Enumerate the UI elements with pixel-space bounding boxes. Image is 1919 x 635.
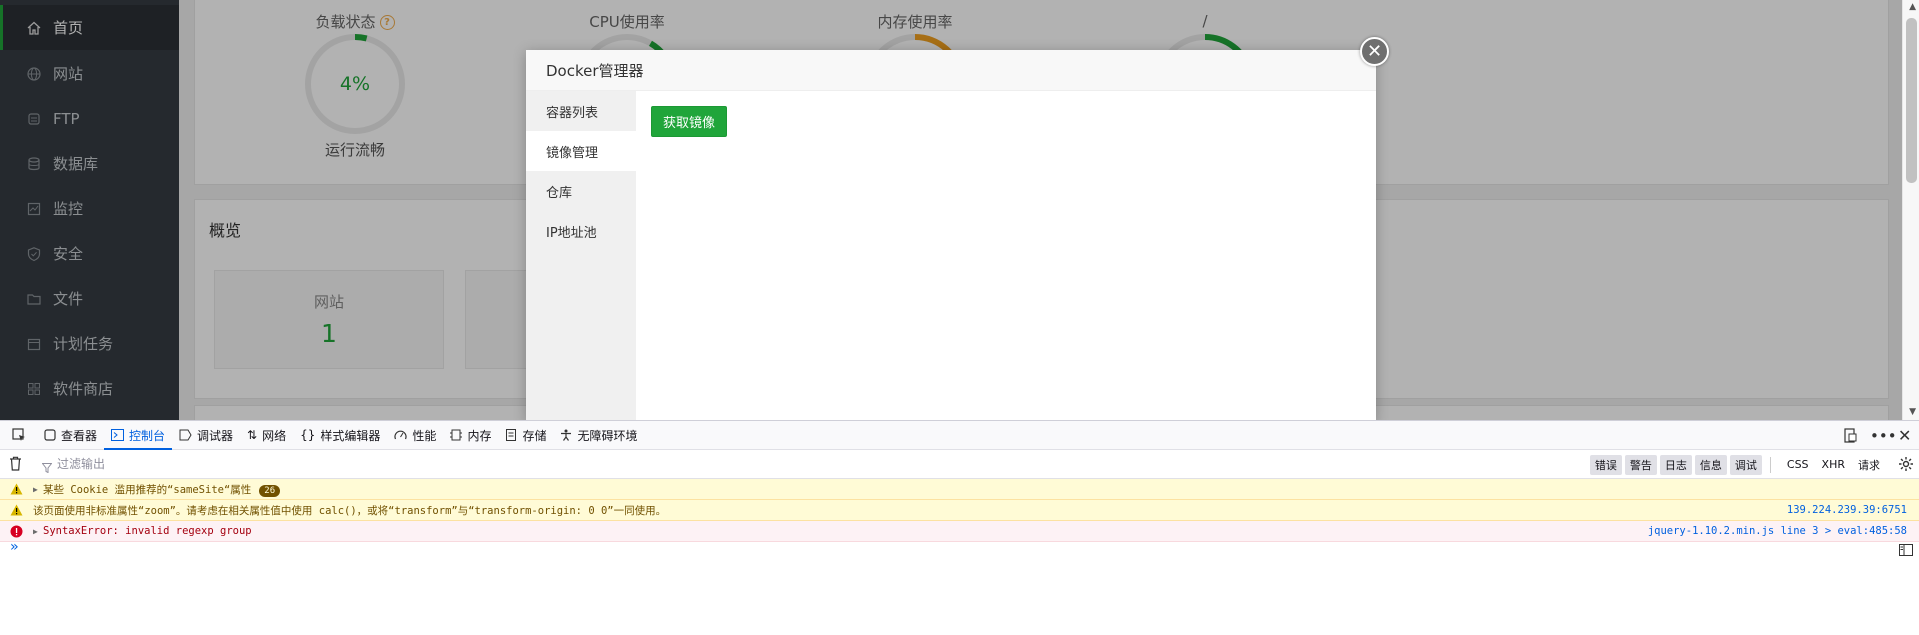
inspector-icon — [44, 429, 56, 441]
app-viewport: 首页 网站 FTP 数据库 监控 安全 文件 计划任务 软件商店 负载状态 ? … — [0, 0, 1919, 420]
settings-gear-icon[interactable] — [1898, 456, 1914, 476]
memory-icon — [450, 429, 463, 441]
console-prompt: » — [10, 539, 19, 555]
more-options-icon[interactable]: ••• — [1870, 421, 1897, 450]
filter-css-button[interactable]: CSS — [1782, 456, 1814, 473]
expand-arrow-icon[interactable]: ▶ — [33, 527, 38, 536]
console-messages: ▶ 某些 Cookie 滥用推荐的“sameSite“属性 26 该页面使用非标准… — [0, 479, 1919, 542]
filter-debug-button[interactable]: 调试 — [1729, 454, 1762, 475]
accessibility-icon — [560, 429, 572, 441]
split-console-icon[interactable] — [1899, 541, 1913, 556]
devtools-panel: 查看器 控制台 调试器 ⇅ 网络 {} 样式编辑器 性能 内存 存储 无障碍环境 •… — [0, 420, 1919, 635]
pull-image-button[interactable]: 获取镜像 — [651, 106, 728, 137]
scroll-up-icon[interactable]: ▲ — [1909, 2, 1916, 12]
divider — [1769, 456, 1771, 473]
tab-container-list[interactable]: 容器列表 — [526, 91, 636, 131]
tab-debugger[interactable]: 调试器 — [172, 421, 240, 450]
responsive-mode-icon[interactable] — [1843, 421, 1858, 450]
tab-style-editor[interactable]: {} 样式编辑器 — [293, 421, 387, 450]
filter-icon — [41, 458, 53, 477]
filter-info-button[interactable]: 信息 — [1694, 454, 1727, 475]
tab-memory[interactable]: 内存 — [443, 421, 498, 450]
close-icon[interactable]: ✕ — [1360, 37, 1389, 66]
console-message[interactable]: 该页面使用非标准属性“zoom”。请考虑在相关属性值中使用 calc()，或将“… — [0, 500, 1919, 521]
filter-buttons: 错误 警告 日志 信息 调试 CSS XHR 请求 — [1587, 450, 1885, 479]
message-text: 某些 Cookie 滥用推荐的“sameSite“属性 — [43, 483, 252, 496]
message-text: 该页面使用非标准属性“zoom”。请考虑在相关属性值中使用 calc()，或将“… — [33, 504, 667, 517]
tab-storage[interactable]: 存储 — [498, 421, 553, 450]
tab-console[interactable]: 控制台 — [104, 421, 172, 450]
scroll-down-icon[interactable]: ▼ — [1909, 407, 1916, 417]
console-icon — [111, 429, 125, 441]
tab-ip-pool[interactable]: IP地址池 — [526, 211, 636, 251]
debugger-icon — [179, 429, 192, 441]
trash-icon[interactable] — [9, 456, 22, 475]
close-devtools-icon[interactable]: ✕ — [1898, 421, 1911, 450]
filter-errors-button[interactable]: 错误 — [1589, 454, 1622, 475]
tab-inspector[interactable]: 查看器 — [37, 421, 104, 450]
filter-requests-button[interactable]: 请求 — [1853, 455, 1885, 475]
dialog-body: 获取镜像 — [636, 91, 1376, 420]
warning-icon — [9, 482, 23, 496]
filter-warnings-button[interactable]: 警告 — [1624, 454, 1657, 475]
devtools-toolbar: 查看器 控制台 调试器 ⇅ 网络 {} 样式编辑器 性能 内存 存储 无障碍环境 •… — [0, 421, 1919, 450]
console-message[interactable]: ▶ 某些 Cookie 滥用推荐的“sameSite“属性 26 — [0, 479, 1919, 500]
message-count-badge: 26 — [259, 484, 281, 497]
style-editor-icon: {} — [300, 428, 316, 442]
tab-image-management[interactable]: 镜像管理 — [526, 131, 636, 171]
console-filter-bar: 错误 警告 日志 信息 调试 CSS XHR 请求 — [0, 450, 1919, 479]
filter-logs-button[interactable]: 日志 — [1659, 454, 1692, 475]
tab-repository[interactable]: 仓库 — [526, 171, 636, 211]
dialog-header: Docker管理器 — [526, 50, 1376, 91]
expand-arrow-icon[interactable]: ▶ — [33, 485, 38, 494]
performance-icon — [394, 429, 407, 441]
message-source-link[interactable]: 139.224.239.39:6751 — [1787, 504, 1907, 516]
scrollbar-thumb[interactable] — [1906, 18, 1917, 183]
console-input-row[interactable]: » — [0, 536, 1919, 560]
filter-xhr-button[interactable]: XHR — [1817, 456, 1850, 473]
dialog-title: Docker管理器 — [546, 61, 644, 80]
dialog-tabs: 容器列表 镜像管理 仓库 IP地址池 — [526, 91, 636, 420]
console-filter-input[interactable] — [57, 454, 657, 474]
docker-manager-dialog: Docker管理器 容器列表 镜像管理 仓库 IP地址池 获取镜像 — [526, 50, 1376, 420]
network-icon: ⇅ — [247, 428, 258, 442]
tab-network[interactable]: ⇅ 网络 — [240, 421, 293, 450]
warning-icon — [9, 503, 23, 517]
storage-icon — [505, 429, 517, 441]
tab-performance[interactable]: 性能 — [387, 421, 443, 450]
tab-accessibility[interactable]: 无障碍环境 — [553, 421, 644, 450]
page-scrollbar[interactable]: ▲ ▼ — [1902, 0, 1919, 420]
pick-element-icon[interactable] — [0, 427, 37, 443]
